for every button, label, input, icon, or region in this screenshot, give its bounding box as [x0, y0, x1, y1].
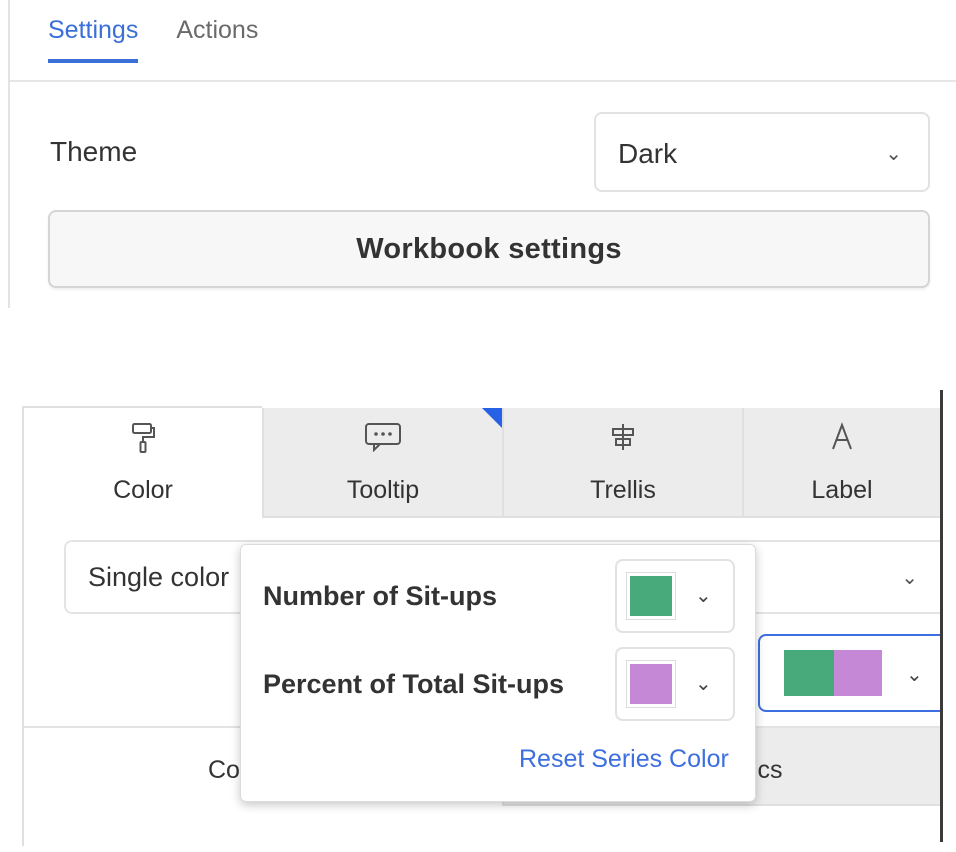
tab-label[interactable]: Label: [742, 408, 940, 518]
settings-tabs: Settings Actions: [48, 16, 258, 63]
trellis-icon: [504, 422, 742, 459]
label-icon: [744, 422, 940, 459]
color-swatch: [626, 660, 676, 708]
series-name: Percent of Total Sit-ups: [263, 669, 565, 699]
theme-select-value: Dark: [618, 138, 678, 169]
color-swatch: [626, 572, 676, 620]
tab-settings[interactable]: Settings: [48, 16, 139, 63]
panel-right-border: [940, 390, 943, 842]
format-panel: Color Tooltip Trellis Label Single color…: [0, 390, 956, 852]
series-color-popover: Number of Sit-ups ⌄ Percent of Total Sit…: [240, 544, 756, 802]
chevron-down-icon: ⌄: [885, 143, 902, 165]
series-color-picker[interactable]: ⌄: [615, 647, 735, 721]
reset-series-color-link[interactable]: Reset Series Color: [519, 745, 729, 774]
chevron-down-icon: ⌄: [906, 664, 923, 686]
color-swatch: [834, 650, 882, 696]
modified-indicator: [482, 408, 502, 428]
series-row: Number of Sit-ups ⌄: [241, 557, 757, 637]
color-swatch: [784, 650, 834, 696]
settings-panel: Settings Actions Theme Dark ⌄ Workbook s…: [0, 0, 956, 310]
series-row: Percent of Total Sit-ups ⌄: [241, 645, 757, 725]
paint-roller-icon: [24, 422, 262, 461]
tab-tooltip[interactable]: Tooltip: [262, 408, 502, 518]
theme-label: Theme: [50, 136, 138, 167]
tabs-divider: [10, 80, 956, 82]
sub-tab-left[interactable]: Co: [208, 756, 240, 785]
tab-color-label: Color: [113, 476, 173, 504]
tab-actions[interactable]: Actions: [176, 16, 258, 63]
chevron-down-icon: ⌄: [901, 567, 918, 589]
series-name: Number of Sit-ups: [263, 581, 497, 611]
panel-left-border: [8, 0, 10, 308]
tab-trellis[interactable]: Trellis: [502, 408, 742, 518]
sub-tab-right[interactable]: ics: [752, 756, 783, 785]
chevron-down-icon: ⌄: [695, 673, 712, 695]
tab-color[interactable]: Color: [24, 408, 262, 518]
tab-label-label: Label: [811, 476, 873, 504]
tooltip-icon: [264, 422, 502, 459]
workbook-settings-label: Workbook settings: [356, 232, 622, 265]
chevron-down-icon: ⌄: [695, 585, 712, 607]
series-color-picker[interactable]: ⌄: [615, 559, 735, 633]
tab-trellis-label: Trellis: [590, 476, 656, 504]
color-mode-value: Single color: [88, 562, 230, 592]
workbook-settings-button[interactable]: Workbook settings: [48, 210, 930, 288]
theme-select[interactable]: Dark ⌄: [594, 112, 930, 192]
tab-tooltip-label: Tooltip: [346, 476, 420, 504]
series-colors-select[interactable]: ⌄: [758, 634, 940, 712]
